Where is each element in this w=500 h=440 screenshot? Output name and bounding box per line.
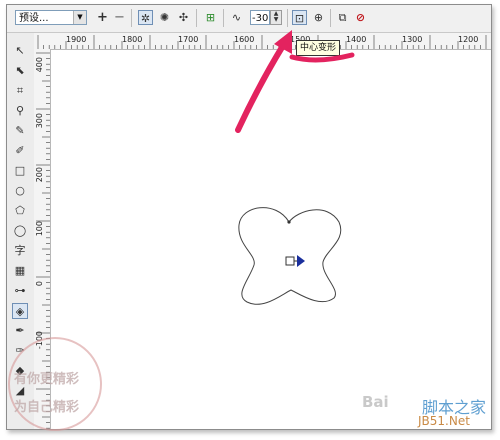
separator [131, 9, 132, 27]
ruler-label: 100 [35, 221, 44, 237]
table-tool-icon[interactable]: ▦ [12, 263, 28, 279]
center-distortion-tooltip: 中心变形 [296, 40, 341, 56]
ruler-label: 1200 [458, 35, 479, 44]
freehand-tool-icon[interactable]: ✎ [12, 123, 28, 139]
amplitude-icon: ∿ [231, 11, 242, 24]
amplitude-input[interactable]: -30 [250, 10, 270, 25]
outline-tool-icon[interactable]: ✑ [12, 343, 28, 359]
watermark-line1: 有你更精彩 [14, 372, 80, 387]
property-bar: 预设... ▼ + − ✲ ✺ ✣ ⊞ ∿ -30 ▲ ▼ ⊡ ⊕ ⧉ ⊘ [7, 5, 491, 33]
shape-tool-icon[interactable]: ⬉ [12, 63, 28, 79]
watermark-line2: 为自己精彩 [14, 400, 80, 415]
separator [287, 9, 288, 27]
ruler-label: 0 [35, 281, 44, 287]
crop-tool-icon[interactable]: ⌗ [12, 83, 28, 99]
ruler-label: -100 [35, 331, 44, 350]
plus-icon[interactable]: + [95, 10, 110, 25]
crosshair-icon[interactable]: ⊕ [311, 10, 326, 25]
ruler-label: 200 [35, 167, 44, 183]
add-new-distortion-icon[interactable]: ⊞ [203, 10, 218, 25]
dimension-tool-icon[interactable]: ⊶ [12, 283, 28, 299]
ruler-label: 300 [35, 113, 44, 129]
separator [196, 9, 197, 27]
baidu-watermark: Bai [362, 393, 389, 411]
polygon-tool-icon[interactable]: ⬠ [12, 203, 28, 219]
amplitude-spinner[interactable]: ▲ ▼ [270, 10, 282, 25]
copy-distortion-icon[interactable]: ⧉ [335, 10, 350, 25]
zoom-tool-icon[interactable]: ⚲ [12, 103, 28, 119]
preset-value: 预设... [19, 13, 49, 24]
minus-icon[interactable]: − [112, 10, 127, 25]
rectangle-tool-icon[interactable]: □ [12, 163, 28, 179]
pick-tool-icon[interactable]: ↖ [12, 43, 28, 59]
center-distortion-icon[interactable]: ⊡ [292, 10, 307, 25]
distortion-end-handle [297, 255, 305, 267]
preset-dropdown[interactable]: 预设... ▼ [15, 10, 87, 25]
site-url: JB51.Net [418, 414, 470, 428]
separator [223, 9, 224, 27]
canvas-drawing [238, 207, 342, 305]
twister-distortion-icon[interactable]: ✣ [176, 10, 191, 25]
ruler-label: 400 [35, 57, 44, 73]
text-tool[interactable]: 字 [12, 243, 28, 259]
ruler-label: 1800 [122, 35, 143, 44]
horizontal-ruler[interactable]: 1900 1800 1700 1600 1500 1400 1300 1200 [34, 33, 491, 50]
ruler-label: 1600 [234, 35, 255, 44]
basic-shapes-tool-icon[interactable]: ◯ [12, 223, 28, 239]
separator [330, 9, 331, 27]
ellipse-tool-icon[interactable]: ○ [12, 183, 28, 199]
amplitude-value: -30 [252, 13, 269, 24]
app-window: 预设... ▼ + − ✲ ✺ ✣ ⊞ ∿ -30 ▲ ▼ ⊡ ⊕ ⧉ ⊘ ↖ ⬉… [6, 4, 492, 430]
ruler-label: 1300 [402, 35, 423, 44]
horizontal-ruler-ticks [37, 35, 487, 49]
distort-tool-icon[interactable]: ◈ [12, 303, 28, 319]
clear-distortion-icon[interactable]: ⊘ [353, 10, 368, 25]
distortion-center-handle [285, 256, 295, 266]
zipper-distortion-icon[interactable]: ✺ [157, 10, 172, 25]
push-pull-distortion-icon[interactable]: ✲ [138, 10, 153, 25]
ruler-label: 1900 [66, 35, 87, 44]
shape-node [287, 220, 291, 224]
smart-fill-tool-icon[interactable]: ✐ [12, 143, 28, 159]
ruler-label: 1700 [178, 35, 199, 44]
drawing-canvas[interactable] [51, 50, 491, 429]
chevron-down-icon[interactable]: ▼ [73, 11, 86, 24]
ruler-label: 1400 [346, 35, 367, 44]
eyedropper-tool-icon[interactable]: ✒ [12, 323, 28, 339]
